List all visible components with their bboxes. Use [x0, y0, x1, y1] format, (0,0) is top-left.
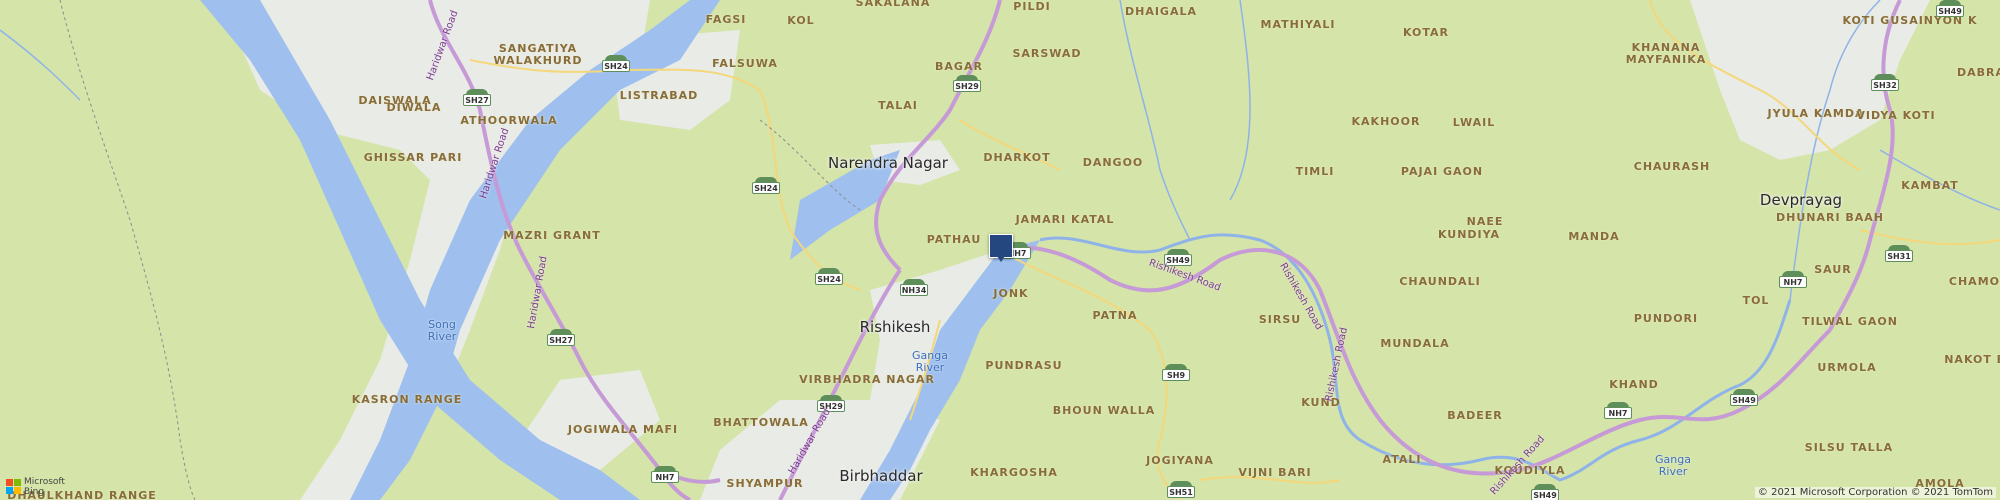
- river-ganga-mid: [790, 150, 900, 260]
- road-shield-label: SH49: [1531, 489, 1559, 500]
- bing-logo: Microsoft Bing: [6, 476, 66, 498]
- logo-line1: Microsoft: [24, 477, 65, 487]
- road-shield-sh24-a: SH24: [602, 55, 630, 77]
- road-shield-sh49-c: SH49: [1531, 484, 1559, 500]
- road-shield-sh24-b: SH24: [752, 177, 780, 199]
- road-shield-label: NH7: [1604, 407, 1632, 419]
- road-shield-label: SH32: [1871, 79, 1899, 91]
- road-shield-label: SH49: [1936, 5, 1964, 17]
- road-shield-sh29-a: SH29: [953, 75, 981, 97]
- road-shield-label: SH51: [1167, 486, 1195, 498]
- road-shield-label: SH24: [602, 60, 630, 72]
- road-shield-nh7-c: NH7: [1604, 402, 1632, 424]
- road-shield-sh27-a: SH27: [463, 89, 491, 111]
- road-shield-sh24-c: SH24: [815, 268, 843, 290]
- road-shield-label: SH27: [463, 94, 491, 106]
- road-shield-label: SH24: [752, 182, 780, 194]
- location-pin-icon[interactable]: [989, 234, 1013, 262]
- road-bagar: [874, 0, 1002, 272]
- copyright-text: © 2021 Microsoft Corporation © 2021 TomT…: [1754, 487, 1996, 498]
- road-shield-label: SH9: [1162, 369, 1190, 381]
- road-shield-nh7-d: NH7: [651, 466, 679, 488]
- road-shield-sh27-b: SH27: [547, 329, 575, 351]
- road-shield-label: SH27: [547, 334, 575, 346]
- road-shield-sh49-top: SH49: [1936, 0, 1964, 22]
- road-shield-label: NH34: [900, 284, 928, 296]
- road-shield-sh31: SH31: [1885, 245, 1913, 267]
- road-shield-label: SH29: [953, 80, 981, 92]
- road-shield-sh49-b: SH49: [1730, 389, 1758, 411]
- road-shield-label: NH7: [651, 471, 679, 483]
- road-shield-label: NH7: [1779, 276, 1807, 288]
- road-shield-sh9: SH9: [1162, 364, 1190, 386]
- road-shield-sh51: SH51: [1167, 481, 1195, 500]
- map-canvas[interactable]: Narendra Nagar Rishikesh Birbhaddar Devpray…: [0, 0, 2000, 500]
- road-shield-sh32: SH32: [1871, 74, 1899, 96]
- road-shield-nh7-b: NH7: [1779, 271, 1807, 293]
- road-shield-label: SH31: [1885, 250, 1913, 262]
- rishikesh-road-line: [999, 245, 1832, 476]
- district-boundary: [59, 0, 196, 500]
- road-shield-label: SH49: [1730, 394, 1758, 406]
- road-shield-label: SH24: [815, 273, 843, 285]
- logo-line2: Bing: [24, 487, 45, 497]
- road-shield-nh34: NH34: [900, 279, 928, 301]
